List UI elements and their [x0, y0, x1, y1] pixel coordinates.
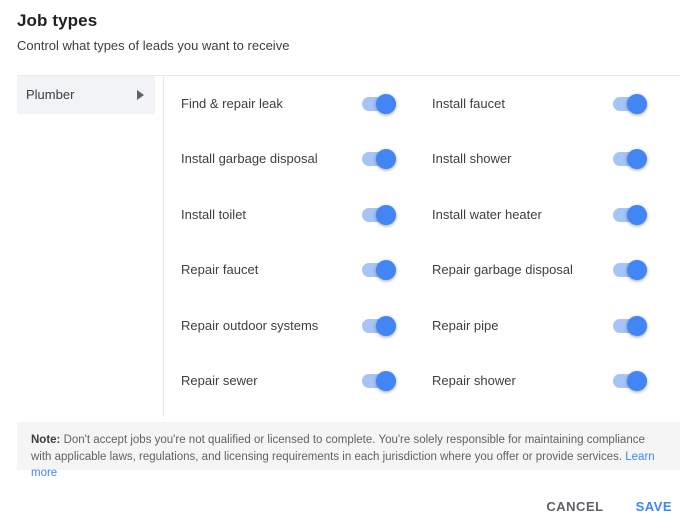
job-type-row: Find & repair leak [181, 76, 396, 132]
job-type-label: Install toilet [181, 206, 246, 224]
job-types-column-left: Find & repair leak Install garbage dispo… [181, 76, 396, 409]
job-types-grid: Find & repair leak Install garbage dispo… [181, 76, 681, 418]
cancel-button[interactable]: CANCEL [538, 491, 611, 522]
job-type-row: Install shower [432, 132, 647, 188]
toggle-thumb [627, 260, 647, 280]
toggle-thumb [376, 371, 396, 391]
disclaimer-note: Note: Don't accept jobs you're not quali… [17, 422, 680, 470]
toggle-thumb [376, 205, 396, 225]
sidebar-divider [163, 76, 164, 417]
job-type-row: Repair faucet [181, 243, 396, 299]
toggle-thumb [627, 205, 647, 225]
job-type-label: Install shower [432, 150, 511, 168]
job-type-label: Install water heater [432, 206, 542, 224]
toggle-thumb [627, 316, 647, 336]
job-type-row: Repair shower [432, 354, 647, 410]
job-type-row: Repair garbage disposal [432, 243, 647, 299]
category-sidebar: Plumber [17, 76, 155, 114]
toggle-thumb [376, 149, 396, 169]
job-type-label: Install faucet [432, 95, 505, 113]
job-type-row: Install toilet [181, 187, 396, 243]
job-type-row: Install garbage disposal [181, 132, 396, 188]
job-type-row: Install faucet [432, 76, 647, 132]
job-type-toggle[interactable] [362, 263, 396, 277]
job-type-label: Repair faucet [181, 261, 258, 279]
note-label: Note: [31, 434, 60, 446]
note-body: Don't accept jobs you're not qualified o… [31, 434, 645, 463]
job-type-toggle[interactable] [362, 152, 396, 166]
toggle-thumb [376, 316, 396, 336]
job-type-label: Repair pipe [432, 317, 499, 335]
arrow-right-icon [137, 90, 144, 100]
toggle-thumb [627, 149, 647, 169]
job-type-row: Repair outdoor systems [181, 298, 396, 354]
page-subtitle: Control what types of leads you want to … [17, 37, 677, 55]
job-type-toggle[interactable] [362, 208, 396, 222]
job-type-toggle[interactable] [613, 263, 647, 277]
toggle-thumb [627, 371, 647, 391]
header: Job types Control what types of leads yo… [17, 10, 677, 55]
job-type-label: Install garbage disposal [181, 150, 318, 168]
job-type-row: Repair pipe [432, 298, 647, 354]
job-type-toggle[interactable] [362, 319, 396, 333]
job-type-label: Find & repair leak [181, 95, 283, 113]
job-type-toggle[interactable] [362, 97, 396, 111]
note-text: Note: Don't accept jobs you're not quali… [31, 432, 666, 482]
job-type-label: Repair shower [432, 372, 516, 390]
save-button[interactable]: SAVE [628, 491, 680, 522]
job-type-toggle[interactable] [613, 208, 647, 222]
job-type-label: Repair garbage disposal [432, 261, 573, 279]
job-types-column-right: Install faucet Install shower Install wa… [432, 76, 647, 409]
job-type-row: Install water heater [432, 187, 647, 243]
sidebar-item-plumber[interactable]: Plumber [17, 76, 155, 114]
job-type-label: Repair outdoor systems [181, 317, 318, 335]
main-content: Plumber Find & repair leak Install garba… [0, 76, 700, 418]
toggle-thumb [627, 94, 647, 114]
sidebar-item-label: Plumber [26, 86, 74, 104]
job-type-toggle[interactable] [613, 97, 647, 111]
job-type-label: Repair sewer [181, 372, 258, 390]
toggle-thumb [376, 260, 396, 280]
job-type-toggle[interactable] [613, 374, 647, 388]
job-type-row: Repair sewer [181, 354, 396, 410]
toggle-thumb [376, 94, 396, 114]
job-types-dialog: Job types Control what types of leads yo… [0, 0, 700, 528]
job-type-toggle[interactable] [613, 319, 647, 333]
job-type-toggle[interactable] [362, 374, 396, 388]
page-title: Job types [17, 10, 677, 32]
job-type-toggle[interactable] [613, 152, 647, 166]
dialog-footer: CANCEL SAVE [0, 485, 700, 528]
